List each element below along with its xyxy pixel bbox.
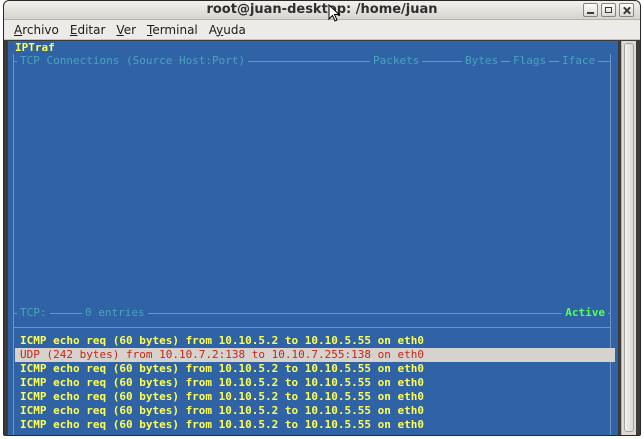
tcp-footer-label: TCP: bbox=[17, 306, 50, 320]
log-line: ICMP echo req (60 bytes) from 10.10.5.2 … bbox=[20, 376, 424, 389]
tcp-header-flags: Flags bbox=[510, 54, 550, 68]
minimize-icon[interactable] bbox=[583, 3, 598, 17]
log-line: ICMP echo req (60 bytes) from 10.10.5.2 … bbox=[20, 418, 424, 431]
close-icon[interactable] bbox=[619, 3, 634, 17]
log-line: UDP (242 bytes) from 10.10.7.2:138 to 10… bbox=[15, 348, 615, 362]
tcp-header-connections: TCP Connections (Source Host:Port) bbox=[17, 54, 249, 68]
mouse-pointer-icon bbox=[328, 4, 340, 22]
window-title: root@juan-desktop: /home/juan bbox=[206, 2, 438, 17]
tcp-footer-entries: 0 entries bbox=[82, 306, 148, 320]
log-line: ICMP echo req (60 bytes) from 10.10.5.2 … bbox=[20, 334, 424, 347]
terminal-scrollbar[interactable] bbox=[621, 41, 636, 435]
window-controls bbox=[583, 3, 634, 17]
menu-archivo[interactable]: Archivo bbox=[10, 23, 66, 37]
tcp-header-packets: Packets bbox=[370, 54, 423, 68]
terminal-screen[interactable]: IPTraf TCP Connections (Source Host:Port… bbox=[8, 41, 618, 435]
tcp-status-active: Active bbox=[562, 306, 608, 320]
window-titlebar[interactable]: root@juan-desktop: /home/juan bbox=[4, 1, 640, 20]
menu-editar[interactable]: Editar bbox=[66, 23, 113, 37]
menu-ayuda[interactable]: Ayuda bbox=[205, 23, 253, 37]
log-line: ICMP echo req (60 bytes) from 10.10.5.2 … bbox=[20, 390, 424, 403]
tcp-connections-panel bbox=[13, 54, 611, 334]
menu-ver[interactable]: Ver bbox=[112, 23, 143, 37]
terminal-window: root@juan-desktop: /home/juan Archivo Ed… bbox=[3, 0, 641, 436]
tcp-header-bytes: Bytes bbox=[462, 54, 502, 68]
log-line: ICMP echo req (60 bytes) from 10.10.5.2 … bbox=[20, 362, 424, 375]
scrollbar-thumb[interactable] bbox=[624, 43, 634, 432]
iptraf-title: IPTraf bbox=[15, 41, 55, 54]
tcp-header-iface: Iface bbox=[559, 54, 599, 68]
menu-terminal[interactable]: Terminal bbox=[143, 23, 205, 37]
maximize-icon[interactable] bbox=[601, 3, 616, 17]
menu-bar: Archivo Editar Ver Terminal Ayuda bbox=[4, 20, 640, 40]
log-line: ICMP echo req (60 bytes) from 10.10.5.2 … bbox=[20, 404, 424, 417]
